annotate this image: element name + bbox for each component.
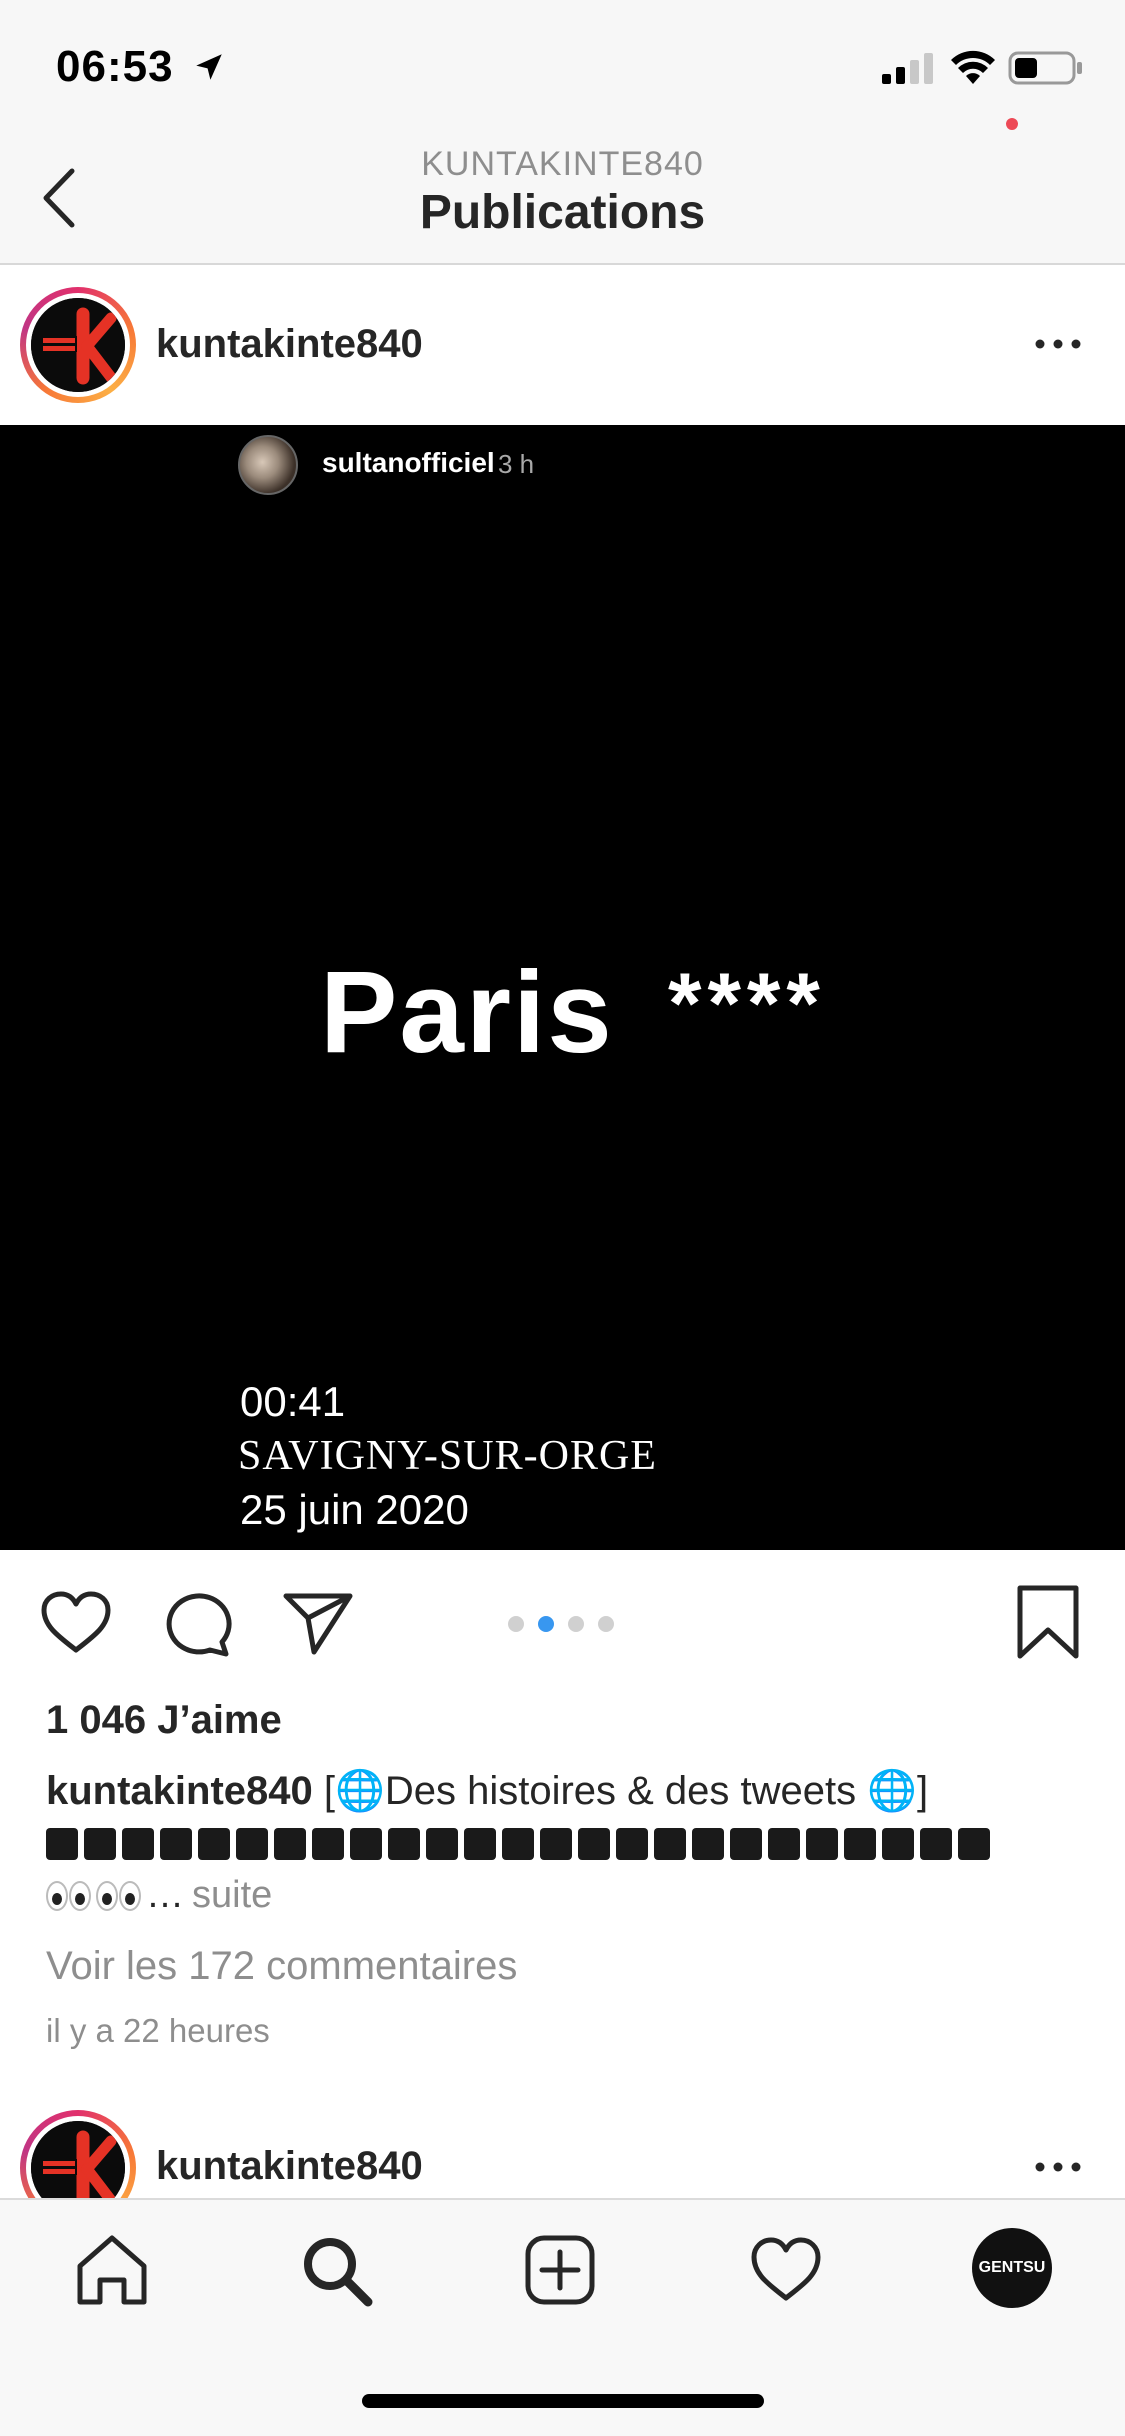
story-main-text: Paris [320,947,614,1077]
nav-header: KUNTAKINTE840 Publications [0,135,1125,265]
black-square-emoji [806,1828,838,1860]
likes-count[interactable]: 1 046 J’aime [46,1698,282,1743]
black-square-emoji [882,1828,914,1860]
caption: kuntakinte840 [🌐Des histoires & des twee… [46,1764,1086,1818]
caption-username[interactable]: kuntakinte840 [46,1769,313,1813]
black-square-emoji [540,1828,572,1860]
story-username: sultanofficiel [322,447,495,478]
post-username[interactable]: kuntakinte840 [156,322,423,367]
wifi-icon [951,50,995,84]
carousel-dot [538,1616,554,1632]
black-square-emoji [920,1828,952,1860]
battery-icon [1008,51,1082,85]
home-indicator[interactable] [362,2394,764,2408]
carousel-dot [598,1616,614,1632]
notification-dot [1006,118,1018,130]
search-icon[interactable] [296,2230,376,2310]
share-paper-plane-icon[interactable] [280,1588,356,1658]
black-square-emoji [274,1828,306,1860]
black-square-emoji [692,1828,724,1860]
black-square-emoji [616,1828,648,1860]
next-post-username[interactable]: kuntakinte840 [156,2144,423,2189]
next-post-header: kuntakinte840 [0,2100,1125,2198]
black-square-emoji [388,1828,420,1860]
black-square-emoji [46,1828,78,1860]
black-square-emoji [122,1828,154,1860]
location-arrow-icon [196,54,222,80]
black-square-emoji [160,1828,192,1860]
black-square-emoji [502,1828,534,1860]
black-square-emoji [768,1828,800,1860]
activity-heart-icon[interactable] [746,2230,826,2310]
black-square-emoji [958,1828,990,1860]
avatar[interactable] [20,287,136,403]
black-square-emoji [844,1828,876,1860]
story-age: 3 h [498,449,535,479]
black-square-emoji [84,1828,116,1860]
bookmark-icon[interactable] [1014,1584,1082,1660]
kunta-kinte-logo-icon [31,2121,125,2198]
black-square-emoji [236,1828,268,1860]
story-timestamp: 00:41 [240,1378,346,1425]
like-heart-icon[interactable] [38,1588,114,1658]
black-square-emoji [654,1828,686,1860]
black-square-emoji [312,1828,344,1860]
black-square-emoji [578,1828,610,1860]
more-options-icon[interactable] [1030,2152,1086,2182]
black-square-emoji [198,1828,230,1860]
story-avatar [238,435,298,495]
black-square-emoji [730,1828,762,1860]
status-time: 06:53 [56,42,174,91]
view-comments-link[interactable]: Voir les 172 commentaires [46,1944,517,1989]
home-icon[interactable] [72,2230,152,2310]
black-square-emoji [464,1828,496,1860]
post-time-ago: il y a 22 heures [46,2012,270,2049]
avatar[interactable] [20,2110,136,2198]
page-title: Publications [419,186,706,239]
header-subtitle: KUNTAKINTE840 [421,145,704,183]
caption-blocks [46,1828,990,1864]
story-date: 25 juin 2020 [240,1486,469,1533]
post-header: kuntakinte840 [0,267,1125,425]
cellular-signal-icon [882,53,933,84]
story-censored-text: **** [668,956,826,1052]
black-square-emoji [350,1828,382,1860]
black-square-emoji [426,1828,458,1860]
caption-eyes-line: … suite [46,1874,272,1917]
profile-tab-avatar[interactable]: GENTSU [972,2228,1052,2308]
carousel-dot [568,1616,584,1632]
caption-more-link[interactable]: suite [192,1874,272,1917]
kunta-kinte-logo-icon [31,298,125,392]
eyes-emoji [96,1880,142,1911]
story-location: SAVIGNY-SUR-ORGE [238,1433,657,1479]
eyes-emoji [46,1880,92,1911]
more-options-icon[interactable] [1030,329,1086,359]
carousel-dot [508,1616,524,1632]
new-post-icon[interactable] [520,2230,600,2310]
caption-text: [🌐Des histoires & des tweets 🌐] [323,1769,929,1813]
carousel-indicator [508,1616,620,1634]
status-bar: 06:53 [0,0,1125,135]
comment-bubble-icon[interactable] [160,1588,236,1658]
